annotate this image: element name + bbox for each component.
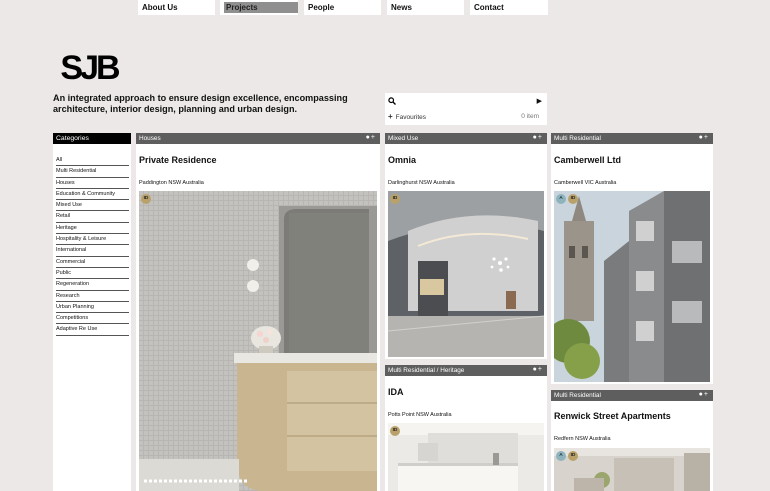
favourites-count: 0 item [521,113,539,120]
category-item[interactable]: Adaptive Re Use [56,324,129,336]
category-item[interactable]: Education & Community [56,189,129,201]
card-category-bar: Houses ●+ [136,133,380,144]
project-card-camberwell-ltd[interactable]: Multi Residential ●+ Camberwell Ltd Cambe… [551,133,713,384]
category-item[interactable]: Retail [56,211,129,223]
nav-label: News [391,3,412,12]
card-category-bar: Multi Residential ●+ [551,390,713,401]
category-item[interactable]: Commercial [56,257,129,268]
favourites-row[interactable]: + Favourites 0 item [388,112,544,122]
card-controls[interactable]: ●+ [366,134,376,141]
card-location: Redfern NSW Australia [554,436,611,442]
tagline: An integrated approach to ensure design … [53,93,348,114]
nav-projects[interactable]: Projects [220,0,298,15]
interior-design-badge: ID [390,426,400,436]
card-category: Mixed Use [388,135,419,142]
card-location: Potts Point NSW Australia [388,412,452,418]
project-card-renwick-street-apartments[interactable]: Multi Residential ●+ Renwick Street Apart… [551,390,713,491]
card-controls[interactable]: ●+ [533,134,543,141]
card-image[interactable]: A ID [554,191,710,382]
card-title[interactable]: IDA [385,387,407,397]
interior-design-badge: ID [568,194,578,204]
category-item[interactable]: International [56,245,129,257]
building-photo [554,191,710,382]
card-title[interactable]: Renwick Street Apartments [551,411,674,421]
card-category: Multi Residential [554,135,601,142]
categories-list: All Multi Residential Houses Education &… [53,144,131,336]
category-item[interactable]: All [56,155,129,167]
card-title[interactable]: Camberwell Ltd [551,155,624,165]
card-category-bar: Multi Residential / Heritage ●+ [385,365,547,376]
categories-panel: Categories All Multi Residential Houses … [53,133,131,491]
nav-label: People [308,3,335,12]
card-category: Multi Residential / Heritage [388,367,465,374]
category-item[interactable]: Regeneration [56,279,129,291]
card-category: Multi Residential [554,392,601,399]
search-submit-icon[interactable]: ▶ [537,97,542,105]
nav-about-us[interactable]: About Us [138,0,215,15]
search-row: ▶ [388,96,544,108]
card-image[interactable]: ID [388,191,544,357]
category-item[interactable]: Public [56,268,129,280]
category-item[interactable]: Heritage [56,223,129,235]
card-category-bar: Mixed Use ●+ [385,133,547,144]
interior-design-badge: ID [568,451,578,461]
architecture-badge: A [556,194,566,204]
card-image[interactable]: ID [388,423,544,491]
card-image[interactable]: A ID [554,448,710,491]
nav-people[interactable]: People [304,0,381,15]
search-input[interactable] [398,96,528,107]
categories-header: Categories [53,133,131,144]
category-item[interactable]: Houses [56,178,129,189]
category-item[interactable]: Multi Residential [56,166,129,178]
category-item[interactable]: Urban Planning [56,302,129,314]
lobby-photo [388,191,544,357]
card-image[interactable]: ID [139,191,377,491]
card-category: Houses [139,135,161,142]
search-icon [388,97,396,105]
category-item[interactable]: Competitions [56,313,129,325]
category-item[interactable]: Research [56,291,129,302]
interior-design-badge: ID [141,194,151,204]
card-title[interactable]: Private Residence [136,155,220,165]
card-location: Paddington NSW Australia [139,180,204,186]
card-controls[interactable]: ●+ [699,391,709,398]
kitchen-photo [388,423,544,491]
project-card-ida[interactable]: Multi Residential / Heritage ●+ IDA Potts… [385,365,547,491]
card-location: Camberwell VIC Australia [554,180,617,186]
project-card-omnia[interactable]: Mixed Use ●+ Omnia Darlinghurst NSW Austr… [385,133,547,359]
project-card-private-residence[interactable]: Houses ●+ Private Residence Paddington NS… [136,133,380,491]
interior-design-badge: ID [390,194,400,204]
card-controls[interactable]: ●+ [533,366,543,373]
card-controls[interactable]: ●+ [699,134,709,141]
logo-text: SJB [60,52,120,83]
favourites-label: Favourites [395,114,427,121]
sjb-logo[interactable]: SJB [53,52,125,83]
category-item[interactable]: Hospitality & Leisure [56,234,129,246]
architecture-badge: A [556,451,566,461]
bathroom-photo [139,191,377,491]
card-location: Darlinghurst NSW Australia [388,180,455,186]
card-title[interactable]: Omnia [385,155,419,165]
search-panel: ▶ + Favourites 0 item [385,93,547,125]
nav-label: Contact [474,3,504,12]
nav-news[interactable]: News [387,0,464,15]
nav-label: Projects [224,2,298,13]
nav-label: About Us [142,3,178,12]
category-item[interactable]: Mixed Use [56,200,129,212]
card-category-bar: Multi Residential ●+ [551,133,713,144]
favourites-plus-icon: + [388,112,393,121]
nav-contact[interactable]: Contact [470,0,548,15]
